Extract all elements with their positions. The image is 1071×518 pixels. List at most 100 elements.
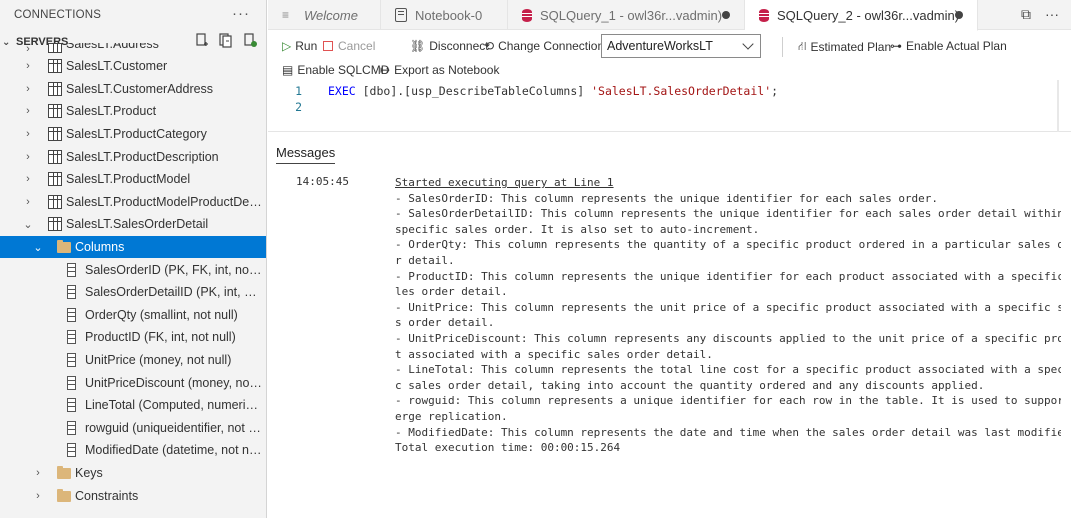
line-number: 2	[295, 100, 302, 114]
folder-item[interactable]: › Constraints	[0, 484, 266, 507]
keyword-token: EXEC	[328, 84, 356, 98]
tab-label: SQLQuery_2 - owl36r...vadmin)	[777, 7, 960, 23]
tab-label: Welcome	[304, 7, 358, 23]
table-item[interactable]: › SalesLT.Customer	[0, 55, 266, 78]
tree-item-label: SalesLT.ProductCategory	[66, 127, 207, 142]
table-item[interactable]: › SalesLT.CustomerAddress	[0, 78, 266, 101]
change-connection-button[interactable]: ⟲ Change Connection	[484, 39, 604, 53]
chevron-right-icon[interactable]: ›	[22, 43, 34, 55]
messages-pane: 14:05:45 Started executing query at Line…	[268, 170, 1071, 518]
tree-item-label: Columns	[75, 240, 125, 255]
column-item[interactable]: SalesOrderID (PK, FK, int, not null)	[0, 258, 266, 281]
chevron-right-icon[interactable]: ›	[22, 196, 34, 208]
object-explorer-tree: › SalesLT.Address › SalesLT.Customer › SalesL…	[0, 43, 266, 507]
message-line: - ProductID: This column represents the …	[395, 269, 1069, 283]
table-item[interactable]: › SalesLT.Address	[0, 43, 266, 55]
run-button[interactable]: ▷ Run	[282, 39, 317, 53]
query-editor[interactable]: 1 2 EXEC [dbo].[usp_DescribeTableColumns…	[268, 80, 1071, 132]
unsaved-dot-icon[interactable]	[722, 11, 730, 19]
estimated-plan-label: Estimated Plan	[810, 40, 892, 54]
column-icon	[67, 398, 76, 413]
table-item[interactable]: ⌄ SalesLT.SalesOrderDetail	[0, 213, 266, 236]
message-line: t associated with a specific sales order…	[395, 347, 713, 361]
folder-item[interactable]: › Keys	[0, 462, 266, 485]
tree-item-label: SalesLT.Address	[66, 43, 159, 51]
change-connection-label: Change Connection	[498, 39, 605, 53]
chevron-right-icon[interactable]: ›	[22, 173, 34, 185]
tree-item-label: rowguid (uniqueidentifier, not n...	[85, 420, 262, 435]
column-item[interactable]: OrderQty (smallint, not null)	[0, 304, 266, 327]
tree-item-label: SalesLT.Product	[66, 104, 157, 119]
column-icon	[67, 375, 76, 390]
tree-item-label: ProductID (FK, int, not null)	[85, 330, 236, 345]
tab-sqlquery-2[interactable]: SQLQuery_2 - owl36r...vadmin)	[745, 0, 978, 31]
welcome-icon: ≡	[282, 8, 290, 22]
code-line-1[interactable]: EXEC [dbo].[usp_DescribeTableColumns] 'S…	[328, 84, 778, 98]
chevron-right-icon[interactable]: ›	[32, 490, 44, 502]
table-item[interactable]: › SalesLT.ProductModel	[0, 168, 266, 191]
chevron-right-icon[interactable]: ›	[22, 60, 34, 72]
tab-welcome[interactable]: ≡ Welcome	[268, 0, 381, 30]
folder-item[interactable]: ⌄ Columns	[0, 235, 266, 259]
tree-item-label: UnitPriceDiscount (money, not ...	[85, 375, 262, 390]
tree-item-label: LineTotal (Computed, numeric(3...	[85, 398, 262, 413]
tab-notebook-0[interactable]: Notebook-0	[381, 0, 508, 30]
chevron-right-icon[interactable]: ›	[22, 105, 34, 117]
column-item[interactable]: ModifiedDate (datetime, not null)	[0, 439, 266, 462]
more-actions-icon[interactable]: ···	[232, 5, 250, 22]
message-line: - UnitPrice: This column represents the …	[395, 300, 1069, 314]
enable-sqlcmd-label: Enable SQLCMD	[297, 63, 390, 77]
column-item[interactable]: ProductID (FK, int, not null)	[0, 326, 266, 349]
database-select[interactable]: AdventureWorksLT	[601, 34, 761, 58]
chevron-right-icon[interactable]: ›	[32, 467, 44, 479]
estimated-plan-button[interactable]: ⛙ Estimated Plan	[798, 39, 891, 55]
column-icon	[67, 307, 76, 322]
more-actions-icon[interactable]: ···	[1045, 6, 1059, 23]
table-item[interactable]: › SalesLT.ProductDescription	[0, 145, 266, 168]
cancel-button[interactable]: Cancel	[323, 39, 375, 53]
messages-tab[interactable]: Messages	[276, 145, 336, 164]
chevron-down-icon[interactable]: ⌄	[22, 218, 34, 231]
tree-item-label: Constraints	[75, 488, 139, 503]
message-line: - UnitPriceDiscount: This column represe…	[395, 331, 1069, 345]
enable-actual-plan-button[interactable]: ⊶ Enable Actual Plan	[890, 39, 1007, 53]
cancel-label: Cancel	[338, 39, 376, 53]
column-item[interactable]: rowguid (uniqueidentifier, not n...	[0, 417, 266, 440]
message-line: - LineTotal: This column represents the …	[395, 363, 1069, 377]
tab-tools: ⧉ ···	[1021, 6, 1059, 23]
tree-item-label: ModifiedDate (datetime, not null)	[85, 443, 262, 458]
tree-item-label: OrderQty (smallint, not null)	[85, 307, 238, 322]
table-item[interactable]: › SalesLT.ProductModelProductDescri...	[0, 191, 266, 214]
message-line: les order detail.	[395, 285, 508, 299]
column-item[interactable]: SalesOrderDetailID (PK, int, not ...	[0, 281, 266, 304]
table-item[interactable]: › SalesLT.ProductCategory	[0, 123, 266, 146]
play-icon: ▷	[282, 39, 292, 53]
editor-overview-ruler	[1057, 80, 1059, 132]
tab-sqlquery-1[interactable]: SQLQuery_1 - owl36r...vadmin)	[508, 0, 745, 30]
tree-item-label: SalesOrderDetailID (PK, int, not ...	[85, 285, 262, 300]
chevron-right-icon[interactable]: ›	[22, 151, 34, 163]
enable-sqlcmd-button[interactable]: ▤ Enable SQLCMD	[282, 63, 389, 77]
split-editor-icon[interactable]: ⧉	[1021, 6, 1031, 23]
notebook-icon	[395, 8, 407, 22]
disconnect-button[interactable]: ⛓ Disconnect	[410, 39, 489, 53]
export-notebook-button[interactable]: ↦ Export as Notebook	[380, 63, 499, 77]
column-item[interactable]: UnitPriceDiscount (money, not ...	[0, 371, 266, 394]
chevron-right-icon[interactable]: ›	[22, 128, 34, 140]
chevron-right-icon[interactable]: ›	[22, 83, 34, 95]
tree-item-label: SalesLT.ProductModelProductDescri...	[66, 194, 262, 209]
chevron-down-icon[interactable]: ⌄	[32, 241, 44, 254]
message-line: - rowguid: This column represents a uniq…	[395, 394, 1069, 408]
column-item[interactable]: LineTotal (Computed, numeric(3...	[0, 394, 266, 417]
column-item[interactable]: UnitPrice (money, not null)	[0, 349, 266, 372]
unsaved-dot-icon[interactable]	[955, 11, 963, 19]
tree-item-label: SalesOrderID (PK, FK, int, not null)	[85, 262, 262, 277]
table-icon	[48, 172, 62, 187]
connections-panel: CONNECTIONS ··· ⌄ SERVERS › SalesLT.Addre…	[0, 0, 267, 518]
column-icon	[67, 285, 76, 300]
table-item[interactable]: › SalesLT.Product	[0, 100, 266, 123]
table-icon	[48, 43, 62, 53]
tree-scrollbar[interactable]	[262, 45, 266, 465]
message-line: - OrderQty: This column represents the q…	[395, 238, 1069, 252]
messages-scrollbar[interactable]	[1061, 170, 1071, 518]
